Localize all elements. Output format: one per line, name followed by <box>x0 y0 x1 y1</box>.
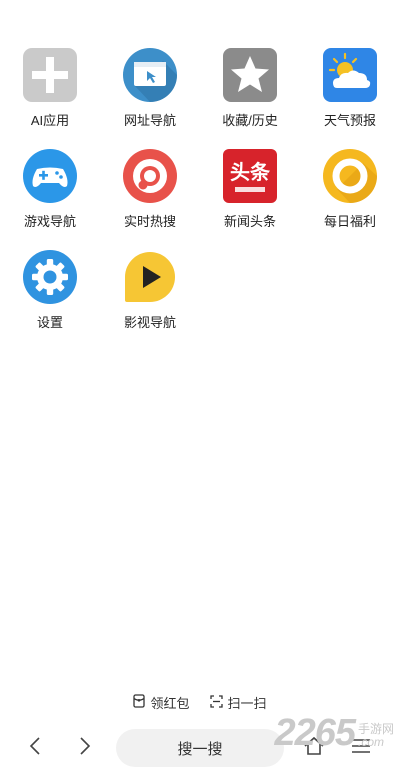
chevron-left-icon <box>29 736 41 761</box>
home-icon <box>303 736 325 761</box>
scan-icon <box>209 694 223 711</box>
app-favorites[interactable]: 收藏/历史 <box>200 48 300 129</box>
app-settings[interactable]: 设置 <box>0 250 100 331</box>
forward-button[interactable] <box>68 726 102 770</box>
star-icon <box>223 48 277 102</box>
ring-icon <box>323 149 377 203</box>
scan-button[interactable]: 扫一扫 <box>209 693 267 712</box>
app-label: 网址导航 <box>123 113 176 128</box>
app-label: 设置 <box>36 315 63 330</box>
menu-icon <box>351 738 371 759</box>
play-icon <box>123 250 177 304</box>
back-button[interactable] <box>18 726 52 770</box>
red-packet-label: 领红包 <box>150 696 190 711</box>
app-web-nav[interactable]: 网址导航 <box>100 48 200 129</box>
toutiao-logo-icon: 头条 <box>223 149 277 203</box>
browser-window-icon <box>123 48 177 102</box>
home-button[interactable] <box>297 726 331 770</box>
app-ai[interactable]: AI应用 <box>0 48 100 129</box>
red-packet-icon <box>133 694 146 711</box>
app-label: AI应用 <box>30 113 70 128</box>
app-label: 游戏导航 <box>23 214 76 229</box>
weather-sun-cloud-icon <box>323 48 377 102</box>
app-label: 每日福利 <box>323 214 376 229</box>
menu-button[interactable] <box>344 726 378 770</box>
hot-search-icon <box>123 149 177 203</box>
gamepad-icon <box>23 149 77 203</box>
plus-icon <box>23 48 77 102</box>
app-video-nav[interactable]: 影视导航 <box>100 250 200 331</box>
aux-actions: 领红包 扫一扫 <box>0 693 400 712</box>
search-button[interactable]: 搜一搜 <box>116 729 284 767</box>
app-label: 影视导航 <box>123 315 176 330</box>
scan-label: 扫一扫 <box>227 696 267 711</box>
svg-text:头条: 头条 <box>230 160 271 184</box>
app-label: 收藏/历史 <box>222 113 278 128</box>
app-hot-search[interactable]: 实时热搜 <box>100 149 200 230</box>
app-daily-benefit[interactable]: 每日福利 <box>300 149 400 230</box>
app-label: 天气预报 <box>323 113 376 128</box>
app-label: 新闻头条 <box>223 214 276 229</box>
app-news[interactable]: 头条 新闻头条 <box>200 149 300 230</box>
gear-icon <box>23 250 77 304</box>
chevron-right-icon <box>79 736 91 761</box>
app-label: 实时热搜 <box>123 214 176 229</box>
app-grid: AI应用 网址导航 收藏/历史 天气预报 游戏导航 实时热搜 头条 新闻头条 每… <box>0 48 400 331</box>
red-packet-button[interactable]: 领红包 <box>133 693 190 712</box>
search-label: 搜一搜 <box>177 740 223 758</box>
bottom-toolbar: 搜一搜 2265 手游网 .com <box>0 714 400 770</box>
app-game-nav[interactable]: 游戏导航 <box>0 149 100 230</box>
app-weather[interactable]: 天气预报 <box>300 48 400 129</box>
